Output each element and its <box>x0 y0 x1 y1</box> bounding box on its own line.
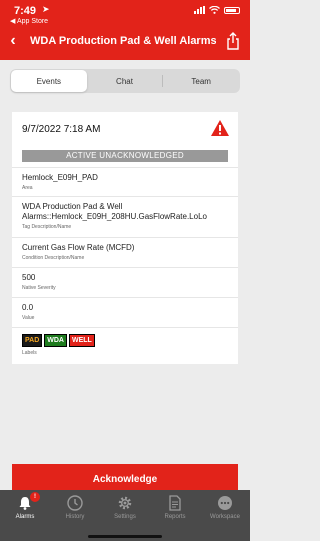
divider <box>12 196 238 197</box>
page-title: WDA Production Pad & Well Alarms:... <box>30 35 216 47</box>
tabbar-label: Workspace <box>210 514 240 520</box>
field-severity: 500 Native Severity <box>22 273 228 291</box>
tabbar-label: History <box>65 514 85 520</box>
label-chip-pad: PAD <box>22 334 43 347</box>
event-datetime: 9/7/2022 7:18 AM <box>22 124 101 135</box>
cellular-signal-icon <box>194 6 205 14</box>
field-value: WDA Production Pad & Well Alarms::Hemloc… <box>22 202 207 221</box>
field-value-row: 0.0 Value <box>22 303 228 321</box>
field-condition: Current Gas Flow Rate (MCFD) Condition D… <box>22 243 228 261</box>
field-label: Condition Description/Name <box>22 255 85 261</box>
field-tag: WDA Production Pad & Well Alarms::Hemloc… <box>22 202 228 230</box>
labels-row: PAD WDA WELL <box>22 334 95 347</box>
tabbar-item-alarms[interactable]: ! Alarms <box>0 490 50 541</box>
tabbar-item-workspace[interactable]: Workspace <box>200 490 250 541</box>
field-label: Tag Description/Name <box>22 224 72 230</box>
warning-icon <box>211 120 229 136</box>
wifi-icon <box>209 6 220 14</box>
home-indicator <box>88 535 162 538</box>
field-value: Hemlock_E09H_PAD <box>22 173 98 182</box>
field-label: Area <box>22 185 33 191</box>
field-value: Current Gas Flow Rate (MCFD) <box>22 243 135 252</box>
tabbar-item-history[interactable]: History <box>50 490 100 541</box>
battery-icon <box>224 6 240 14</box>
back-button[interactable]: ‹ <box>6 31 20 51</box>
divider <box>12 327 238 328</box>
tabbar-item-reports[interactable]: Reports <box>150 490 200 541</box>
gear-icon <box>118 496 132 510</box>
share-icon[interactable] <box>226 32 240 50</box>
tab-chat[interactable]: Chat <box>87 70 163 92</box>
tabbar-label: Alarms <box>15 514 35 520</box>
labels-caption: Labels <box>22 350 37 356</box>
divider <box>12 267 238 268</box>
app-header: 7:49 ➤ ◀ App Store ‹ WDA Production Pad … <box>0 0 250 60</box>
status-time: 7:49 <box>14 5 37 17</box>
event-card: 9/7/2022 7:18 AM ACTIVE UNACKNOWLEDGED H… <box>12 112 238 364</box>
label-chip-wda: WDA <box>44 334 67 347</box>
back-to-app-store-link[interactable]: ◀ App Store <box>10 17 48 25</box>
segmented-tabs: Events Chat Team <box>10 69 240 93</box>
location-arrow-icon: ➤ <box>42 4 50 14</box>
status-icons <box>194 6 240 14</box>
field-label: Native Severity <box>22 285 56 291</box>
divider <box>12 237 238 238</box>
divider <box>12 297 238 298</box>
document-icon <box>169 495 181 511</box>
tab-events[interactable]: Events <box>11 70 87 92</box>
tabbar-label: Settings <box>114 514 136 520</box>
tabbar-item-settings[interactable]: Settings <box>100 490 150 541</box>
tab-team[interactable]: Team <box>163 70 239 92</box>
status-badge: ACTIVE UNACKNOWLEDGED <box>22 150 228 162</box>
divider <box>12 167 238 168</box>
ellipsis-icon <box>218 496 232 510</box>
label-chip-well: WELL <box>68 334 95 347</box>
field-value: 0.0 <box>22 303 34 312</box>
alarm-badge: ! <box>30 492 40 502</box>
field-label: Value <box>22 315 35 321</box>
clock-icon <box>67 495 83 511</box>
field-value: 500 <box>22 273 36 282</box>
tabbar-label: Reports <box>164 514 186 520</box>
field-area: Hemlock_E09H_PAD Area <box>22 173 228 191</box>
bottom-tab-bar: ! Alarms History Settings Reports Worksp… <box>0 490 250 541</box>
